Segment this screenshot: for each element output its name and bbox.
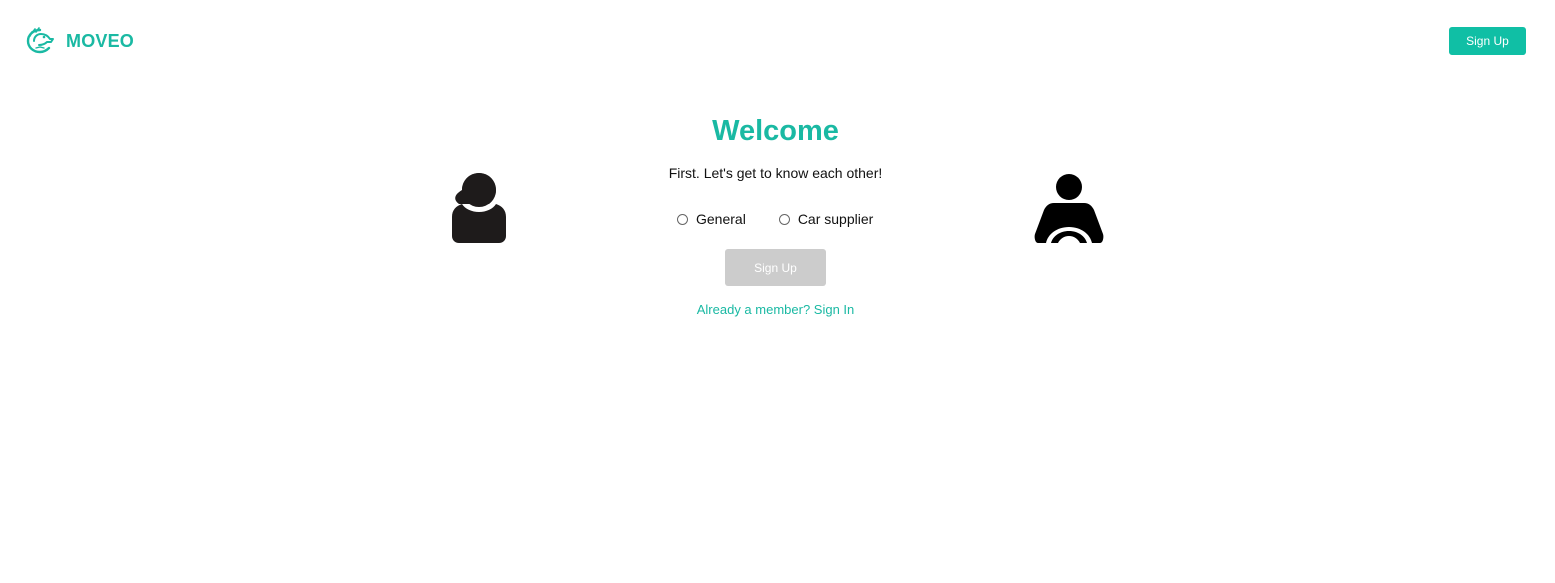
brand-name: MOVEO <box>66 30 135 51</box>
page-title: Welcome <box>712 115 839 147</box>
radio-label-car-supplier: Car supplier <box>797 211 874 227</box>
radio-label-general: General <box>696 211 746 227</box>
page-subtitle: First. Let's get to know each other! <box>668 165 883 181</box>
radio-button-general[interactable] <box>677 213 688 225</box>
signup-page: MOVEO Sign Up Welcome First. Let's get t… <box>0 0 1555 583</box>
dragon-logo-icon <box>26 27 54 54</box>
account-type-radio-group: General Car supplier <box>677 211 873 227</box>
driver-icon <box>1034 174 1104 243</box>
brand-logo[interactable]: MOVEO <box>26 27 134 55</box>
radio-option-car-supplier[interactable]: Car supplier <box>778 211 874 227</box>
signin-link[interactable]: Already a member? Sign In <box>0 302 1551 317</box>
radio-option-general[interactable]: General <box>677 211 746 227</box>
header-signup-button[interactable]: Sign Up <box>1449 27 1526 55</box>
signup-submit-button[interactable]: Sign Up <box>725 249 826 286</box>
radio-button-car-supplier[interactable] <box>778 213 790 225</box>
person-icon <box>452 173 506 243</box>
